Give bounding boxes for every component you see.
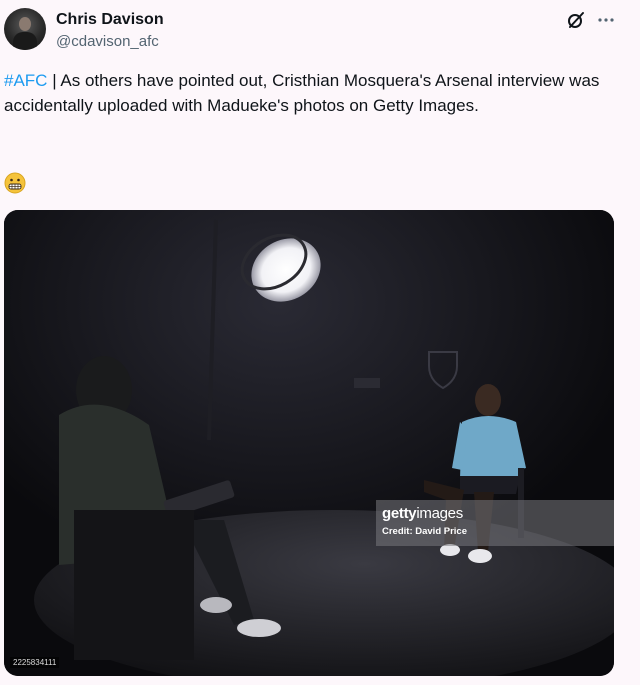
author-name[interactable]: Chris Davison: [56, 10, 164, 30]
more-options-icon[interactable]: [596, 10, 616, 30]
author-handle[interactable]: @cdavison_afc: [56, 32, 159, 52]
interview-scene: [4, 210, 614, 676]
tweet-body: | As others have pointed out, Cristhian …: [4, 71, 600, 115]
grimacing-face-icon: [4, 172, 26, 194]
tweet-text: #AFC | As others have pointed out, Crist…: [4, 68, 624, 118]
grok-icon[interactable]: [566, 10, 586, 30]
photo-credit: Credit: David Price: [382, 526, 467, 537]
image-id-label: 2225834111: [10, 657, 60, 668]
getty-logo: gettyimages: [382, 505, 463, 522]
author-avatar[interactable]: [4, 8, 46, 50]
getty-watermark: gettyimages Credit: David Price: [376, 500, 614, 546]
tweet-photo[interactable]: gettyimages Credit: David Price 22258341…: [4, 210, 614, 676]
hashtag-link[interactable]: #AFC: [4, 71, 47, 90]
